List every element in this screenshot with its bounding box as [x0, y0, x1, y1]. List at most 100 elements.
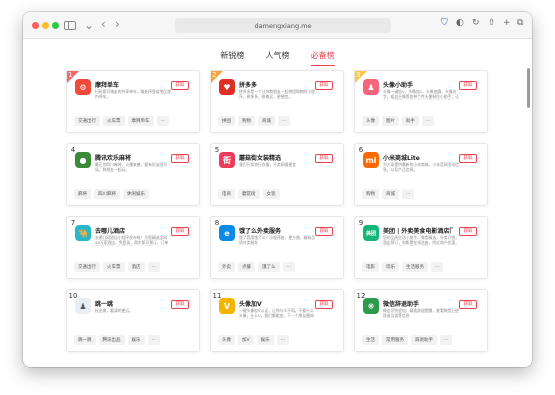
tag[interactable]: 摩拜单车 [127, 116, 154, 126]
tag[interactable]: 女装 [262, 189, 280, 199]
get-button[interactable]: 获取 [315, 81, 333, 90]
address-bar[interactable]: damengxiang.me [175, 18, 391, 33]
app-card[interactable]: 9美团美团 | 外卖美食电影酒店门票您的品质生活小助手，美食精选，外卖订餐，酒店… [354, 216, 488, 279]
get-button[interactable]: 获取 [171, 81, 189, 90]
tag[interactable]: 电影 [362, 262, 379, 272]
share-icon[interactable]: ⇧ [488, 18, 496, 28]
tag[interactable]: ... [431, 262, 444, 272]
tag[interactable]: 助手 [402, 116, 419, 126]
app-logo-icon: 美团 [363, 225, 379, 241]
tag[interactable]: 交通出行 [74, 262, 100, 272]
close-window-button[interactable] [32, 22, 39, 29]
get-button[interactable]: 获取 [315, 227, 333, 236]
tag[interactable]: 辞退助手 [411, 335, 437, 345]
tag-list: 生活 常用服务 辞退助手... [362, 335, 453, 345]
tag[interactable]: 腾讯出品 [98, 335, 125, 345]
contrast-icon[interactable]: ◐ [456, 18, 464, 28]
app-name: 腾讯欢乐麻将 [95, 155, 132, 162]
tag[interactable]: 火车票 [103, 116, 125, 126]
app-description: 您的品质生活小助手，美食精选，外卖订餐，酒店预订，电影票在线选座，附近商户优惠，… [383, 235, 459, 246]
tag[interactable]: ... [156, 116, 169, 126]
app-description: 为大家提供最新的小米商城，小米官网活动信息，以及产品信息。 [383, 162, 459, 173]
app-card[interactable]: 7 🐪 去哪儿酒店 去哪儿网酒店小程序发布啦！为您精选全网48万家酒店，免登录，两步即… [66, 216, 200, 279]
tag[interactable]: 头像 [362, 116, 379, 126]
app-card[interactable]: 5 街蘑菇街女装精选 我们只卖流行衣服，不卖网搜便宜 获取 电商 蘑菇街 女装 [210, 143, 344, 206]
app-card[interactable]: 10 ♟ 跳一跳 拉出来，看清的更远。 获取 跳一跳 腾讯出品 娱乐... [66, 289, 200, 352]
tag[interactable]: 购物 [238, 116, 255, 126]
tag[interactable]: 头像 [218, 335, 235, 345]
tag[interactable]: 跳一跳 [74, 335, 96, 345]
get-button[interactable]: 获取 [459, 154, 477, 163]
app-card[interactable]: 11 V 头像加V 一键头像加V认证，让你与众不同。不要什么头像，什么V，我们都能加，… [210, 289, 344, 352]
tab-essential[interactable]: 必备榜 [310, 50, 335, 66]
tag[interactable]: 交通出行 [74, 116, 100, 126]
app-card[interactable]: 8 e 饿了么外卖服务 饿了我用饿了么！小程序能，更方便，精致品质外卖服务 获取 外卖 点餐… [210, 216, 344, 279]
tab-new[interactable]: 新锐榜 [220, 50, 244, 65]
app-card[interactable]: 12 ❋ 微信辞退助手 微信识别追加，精准辞退提醒，查看微信已经辞退及该等信息 获取 生活… [354, 289, 488, 352]
app-card[interactable]: 3 ♟ 头像小助手 头像一键加V，头像加1，头像变圆，头像边字，粗丝头像等各种个性头像… [354, 70, 488, 133]
tag[interactable]: 蘑菇街 [238, 189, 260, 199]
tag[interactable]: 火车票 [103, 262, 125, 272]
tag[interactable]: ... [147, 262, 160, 272]
app-logo-icon: ⚙ [75, 79, 91, 95]
browser-toolbar: ⌄ ‹ › damengxiang.me ⛉ ◐ ↻ ⇧ + ⧉ [23, 12, 532, 39]
tag[interactable]: ... [422, 116, 435, 126]
scrollbar[interactable] [527, 68, 530, 108]
app-logo-icon: 🐪 [75, 225, 91, 241]
chevron-down-icon[interactable]: ⌄ [84, 19, 94, 31]
app-card[interactable]: 2 ♥ 拼多多 拼多多是一个让你和朋友一起拼团购物的小程序，拼多多，拼着买，更便宜。获… [210, 70, 344, 133]
tag[interactable]: ... [278, 116, 291, 126]
get-button[interactable]: 获取 [459, 227, 477, 236]
get-button[interactable]: 获取 [171, 154, 189, 163]
app-name: 微信辞退助手 [383, 301, 420, 308]
get-button[interactable]: 获取 [315, 154, 333, 163]
tag[interactable]: 外卖 [218, 262, 235, 272]
tag[interactable]: 电商 [218, 189, 235, 199]
tag[interactable]: 点餐 [238, 262, 255, 272]
get-button[interactable]: 获取 [459, 300, 477, 309]
app-card[interactable]: 1 ⚙ 摩拜单车 扫码即可骑走的共享单车，随处停靠省地区规内停车。 获取 交通出行 火车票摩… [66, 70, 200, 133]
tag[interactable]: 四川麻将 [94, 189, 120, 199]
app-card[interactable]: 4 ● 腾讯欢乐麻将 最正宗四川麻将，火爆来袭，要有好友陪开局，和朋友一起玩。 获取 麻将… [66, 143, 200, 206]
minimize-window-button[interactable] [42, 22, 49, 29]
tag[interactable]: 生活 [362, 335, 379, 345]
reload-icon[interactable]: ↻ [472, 18, 480, 28]
tag[interactable]: 玩乐 [382, 262, 399, 272]
tag[interactable]: ... [282, 262, 295, 272]
app-name: 美团 | 外卖美食电影酒店门票 [383, 228, 453, 235]
shield-icon[interactable]: ⛉ [441, 18, 448, 28]
app-card[interactable]: 6 mi 小米商城Lite 为大家提供最新的小米商城，小米官网活动信息，以及产品信息。… [354, 143, 488, 206]
zoom-window-button[interactable] [52, 22, 59, 29]
tag[interactable]: 生活服务 [402, 262, 428, 272]
tag[interactable]: 商城 [382, 189, 399, 199]
tag[interactable]: 商城 [258, 116, 275, 126]
tag[interactable]: 饿了么 [258, 262, 280, 272]
tag[interactable]: 麻将 [74, 189, 91, 199]
new-tab-icon[interactable]: + [503, 18, 511, 28]
tag[interactable]: ... [276, 335, 289, 345]
tag[interactable]: 休闲娱乐 [123, 189, 149, 199]
tag[interactable]: 娱乐 [127, 335, 145, 345]
tag[interactable]: 加V [238, 335, 254, 345]
tag[interactable]: 酒店 [127, 262, 145, 272]
tag[interactable]: 图片 [382, 116, 399, 126]
tag[interactable]: 购物 [362, 189, 379, 199]
app-name: 拼多多 [239, 82, 258, 89]
get-button[interactable]: 获取 [459, 81, 477, 90]
get-button[interactable]: 获取 [171, 300, 189, 309]
tag[interactable]: 拼团 [218, 116, 235, 126]
get-button[interactable]: 获取 [315, 300, 333, 309]
tab-popular[interactable]: 人气榜 [266, 50, 290, 65]
back-icon[interactable]: ‹ [101, 18, 106, 30]
tab-overview-icon[interactable]: ⧉ [517, 18, 523, 28]
tag[interactable]: ... [402, 189, 415, 199]
forward-icon[interactable]: › [115, 18, 120, 30]
tag[interactable]: ... [440, 335, 453, 345]
app-logo-icon: mi [363, 152, 379, 168]
sidebar-toggle-icon[interactable] [64, 21, 76, 30]
tag[interactable]: 娱乐 [256, 335, 274, 345]
get-button[interactable]: 获取 [171, 227, 189, 236]
tag[interactable]: 常用服务 [382, 335, 408, 345]
tag[interactable]: ... [147, 335, 160, 345]
app-description: 一键头像加V认证，让你与众不同。不要什么头像，什么V，我们都能加，下一个朋友圈网… [239, 308, 314, 319]
